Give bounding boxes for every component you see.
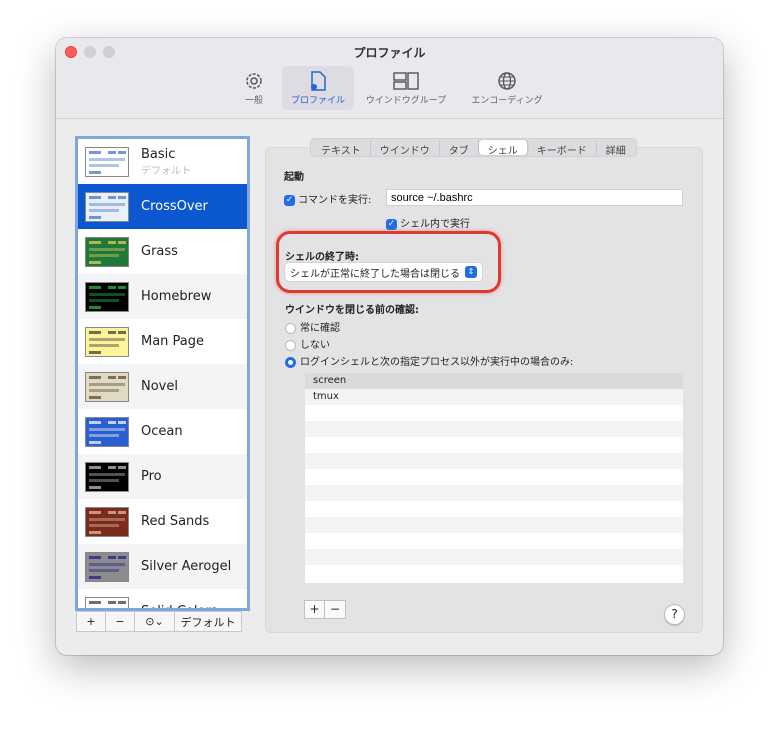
- toolbar: プロファイル 一般 プロファイル ウインドウグループ エンコーディング: [56, 38, 723, 119]
- startup-heading: 起動: [284, 172, 304, 183]
- checkmark-icon: ✓: [386, 218, 397, 230]
- tab[interactable]: キーボード: [528, 140, 597, 157]
- process-row[interactable]: [305, 421, 683, 437]
- toolbar-encodings[interactable]: エンコーディング: [460, 66, 554, 110]
- process-row[interactable]: [305, 405, 683, 421]
- set-default-button[interactable]: デフォルト: [175, 612, 241, 631]
- more-actions-button[interactable]: ⊙⌄: [135, 612, 175, 631]
- window-title: プロファイル: [353, 46, 426, 60]
- profile-thumbnail: [85, 461, 129, 492]
- run-command-label: コマンドを実行:: [298, 195, 372, 206]
- run-command-checkbox[interactable]: ✓ コマンドを実行:: [284, 191, 371, 206]
- profile-list-buttons: + − ⊙⌄ デフォルト: [76, 611, 242, 632]
- profile-thumbnail: [85, 281, 129, 312]
- profile-thumbnail: [85, 596, 129, 608]
- toolbar-label: エンコーディング: [471, 96, 543, 106]
- profile-name: Solid Colors: [141, 604, 218, 608]
- profile-document-icon: [282, 69, 354, 93]
- profile-list[interactable]: Basic デフォルト CrossOver Grass Homebrew Man Page…: [75, 136, 250, 611]
- profile-name: Pro: [141, 469, 162, 484]
- profile-name: Grass: [141, 244, 178, 259]
- radio-never[interactable]: しない: [285, 336, 330, 351]
- profile-thumbnail: [85, 191, 129, 222]
- profile-thumbnail: [85, 236, 129, 267]
- process-row[interactable]: screen: [305, 373, 683, 389]
- profile-thumbnail: [85, 326, 129, 357]
- profile-item[interactable]: Red Sands: [78, 499, 247, 544]
- process-row[interactable]: [305, 517, 683, 533]
- profile-name: Silver Aerogel: [141, 559, 232, 574]
- add-profile-button[interactable]: +: [77, 612, 106, 631]
- command-input[interactable]: [386, 189, 683, 206]
- process-row[interactable]: [305, 565, 683, 581]
- radio-icon: [285, 322, 296, 334]
- profile-item[interactable]: Pro: [78, 454, 247, 499]
- toolbar-label: プロファイル: [290, 96, 345, 106]
- process-buttons: + −: [304, 600, 346, 619]
- toolbar-window-groups[interactable]: ウインドウグループ: [360, 66, 452, 110]
- run-in-shell-checkbox[interactable]: ✓ シェル内で実行: [386, 215, 470, 230]
- gear-icon: [234, 69, 274, 93]
- globe-icon: [460, 69, 554, 93]
- run-in-shell-label: シェル内で実行: [400, 219, 470, 230]
- profile-item[interactable]: Solid Colors: [78, 589, 247, 608]
- process-row[interactable]: [305, 485, 683, 501]
- confirm-heading: ウインドウを閉じる前の確認:: [285, 305, 419, 316]
- checkmark-icon: ✓: [284, 194, 295, 206]
- tab[interactable]: 詳細: [597, 140, 635, 157]
- profile-name: Basic: [141, 146, 176, 162]
- profile-item[interactable]: CrossOver: [78, 184, 247, 229]
- preferences-window: プロファイル 一般 プロファイル ウインドウグループ エンコーディング Basi…: [56, 38, 723, 655]
- highlight-annotation: [276, 231, 501, 293]
- profile-thumbnail: [85, 551, 129, 582]
- profile-item[interactable]: Silver Aerogel: [78, 544, 247, 589]
- radio-label: しない: [300, 340, 330, 351]
- process-table[interactable]: screen tmux: [305, 373, 683, 583]
- add-process-button[interactable]: +: [305, 601, 325, 618]
- remove-process-button[interactable]: −: [325, 601, 345, 618]
- profile-item[interactable]: Man Page: [78, 319, 247, 364]
- process-row[interactable]: [305, 533, 683, 549]
- help-button[interactable]: ?: [664, 604, 685, 625]
- tab[interactable]: テキスト: [312, 140, 371, 157]
- radio-icon: [285, 356, 296, 368]
- radio-always[interactable]: 常に確認: [285, 319, 340, 334]
- window-group-icon: [360, 69, 452, 93]
- profile-name: Homebrew: [141, 289, 212, 304]
- tab[interactable]: タブ: [440, 140, 479, 157]
- profile-name: Novel: [141, 379, 178, 394]
- toolbar-profiles[interactable]: プロファイル: [282, 66, 354, 110]
- toolbar-label: ウインドウグループ: [365, 96, 447, 106]
- tab[interactable]: シェル: [478, 140, 528, 157]
- profile-item[interactable]: Novel: [78, 364, 247, 409]
- profile-name: Red Sands: [141, 514, 210, 529]
- profile-thumbnail: [85, 506, 129, 537]
- toolbar-label: 一般: [244, 96, 263, 106]
- process-row[interactable]: [305, 453, 683, 469]
- profile-item[interactable]: Ocean: [78, 409, 247, 454]
- remove-profile-button[interactable]: −: [106, 612, 135, 631]
- radio-label: 常に確認: [300, 323, 340, 334]
- profile-thumbnail: [85, 146, 129, 177]
- profile-item[interactable]: Homebrew: [78, 274, 247, 319]
- radio-label: ログインシェルと次の指定プロセス以外が実行中の場合のみ:: [300, 357, 574, 368]
- profile-name: CrossOver: [141, 199, 208, 214]
- process-row[interactable]: [305, 469, 683, 485]
- profile-thumbnail: [85, 416, 129, 447]
- toolbar-general[interactable]: 一般: [234, 66, 274, 110]
- radio-icon: [285, 339, 296, 351]
- process-row[interactable]: [305, 501, 683, 517]
- process-row[interactable]: tmux: [305, 389, 683, 405]
- process-row[interactable]: [305, 549, 683, 565]
- profile-default-label: デフォルト: [141, 165, 191, 177]
- settings-tabs: テキスト ウインドウ タブ シェル キーボード 詳細: [310, 138, 637, 157]
- radio-only-if-processes[interactable]: ログインシェルと次の指定プロセス以外が実行中の場合のみ:: [285, 353, 573, 368]
- profile-name: Man Page: [141, 334, 205, 349]
- profile-name: Ocean: [141, 424, 183, 439]
- profile-item[interactable]: Basic デフォルト: [78, 139, 247, 184]
- profile-item[interactable]: Grass: [78, 229, 247, 274]
- tab[interactable]: ウインドウ: [371, 140, 440, 157]
- process-row[interactable]: [305, 437, 683, 453]
- profile-thumbnail: [85, 371, 129, 402]
